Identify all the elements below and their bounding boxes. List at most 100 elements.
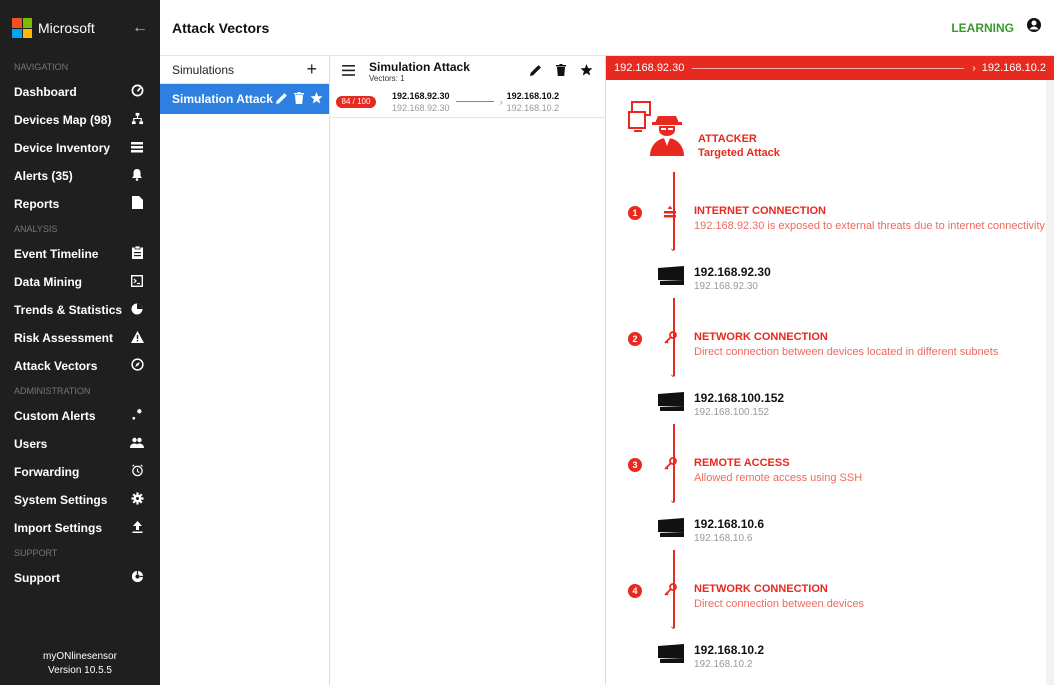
vectors-panel: Simulation Attack Vectors: 1 84 / 100 19… [330,56,606,685]
edit-pencil-icon[interactable] [276,92,288,107]
gauge-icon [130,84,144,100]
edit-pencil-icon[interactable] [530,63,542,79]
nav-section-analysis: ANALYSIS [14,224,58,234]
warning-icon [130,330,144,346]
sidebar-item-import-settings[interactable]: Import Settings [0,514,160,542]
sidebar-item-device-inventory[interactable]: Device Inventory [0,134,160,162]
sidebar-item-attack-vectors[interactable]: Attack Vectors [0,352,160,380]
step-title: NETWORK CONNECTION [694,583,828,595]
vectors-count: Vectors: 1 [369,73,405,83]
vector-row[interactable]: 84 / 100 192.168.92.30 192.168.92.30 › 1… [330,86,605,118]
attack-path-detail: 192.168.92.30 › 192.168.10.2 ATTACKER Ta… [606,56,1054,685]
sidebar-item-dashboard[interactable]: Dashboard [0,78,160,106]
host-ip-secondary: 192.168.100.152 [694,407,770,418]
path-source-ip: 192.168.92.30 [614,62,685,74]
step-description: Direct connection between devices [694,598,864,610]
page-title: Attack Vectors [172,19,270,36]
simulations-panel: Simulations + Simulation Attack [160,56,330,685]
host-ip[interactable]: 192.168.10.2 [694,643,764,657]
sidebar-item-forwarding[interactable]: Forwarding [0,458,160,486]
learning-mode-badge[interactable]: LEARNING [951,21,1014,35]
sidebar-item-reports[interactable]: Reports [0,190,160,218]
bell-icon [130,168,144,184]
sidebar-item-data-mining[interactable]: Data Mining [0,268,160,296]
sidebar-item-event-timeline[interactable]: Event Timeline [0,240,160,268]
top-bar: Attack Vectors LEARNING [160,0,1054,56]
simulation-title: Simulation Attack [369,59,470,74]
sensor-name: myONlinesensor [43,651,117,662]
step-number-badge: 4 [628,584,642,598]
step-description: Allowed remote access using SSH [694,472,863,484]
key-icon [664,583,677,599]
top-bar-actions: LEARNING [951,17,1042,38]
sidebar-item-support[interactable]: Support [0,564,160,592]
step-description: 192.168.92.30 is exposed to external thr… [694,220,1046,232]
host-ip[interactable]: 192.168.10.6 [694,517,764,531]
simulation-list-item[interactable]: Simulation Attack [160,84,329,114]
attacker-icon [628,100,688,156]
support-icon [130,570,144,586]
upload-icon [130,520,144,536]
key-icon [664,457,677,473]
sidebar-item-system-settings[interactable]: System Settings [0,486,160,514]
sidebar: Microsoft ← NAVIGATION Dashboard Devices… [0,0,160,685]
users-icon [130,437,144,451]
sidebar-item-risk-assessment[interactable]: Risk Assessment [0,324,160,352]
monitor-icon [658,392,686,411]
host-ip-secondary: 192.168.10.6 [694,533,753,544]
sidebar-item-trends-statistics[interactable]: Trends & Statistics [0,296,160,324]
network-icon [130,112,144,128]
sidebar-item-alerts[interactable]: Alerts (35) [0,162,160,190]
sidebar-item-users[interactable]: Users [0,430,160,458]
compass-icon [130,358,144,374]
sidebar-item-custom-alerts[interactable]: Custom Alerts [0,402,160,430]
simulations-header: Simulations + [160,56,329,84]
key-icon [664,331,677,347]
favorite-star-icon[interactable] [580,63,593,79]
microsoft-logo-icon [12,18,32,38]
simulations-title: Simulations [172,62,235,77]
add-simulation-plus-icon[interactable]: + [306,59,317,80]
arrow-down-icon: ⌄ [669,243,678,254]
host-ip[interactable]: 192.168.100.152 [694,391,784,405]
pie-icon [130,303,144,318]
menu-hamburger-icon[interactable] [342,63,355,79]
account-icon[interactable] [1026,17,1042,38]
attack-path-header: 192.168.92.30 › 192.168.10.2 [606,56,1054,80]
vector-destination: 192.168.10.2 192.168.10.2 [506,90,560,113]
host-ip-secondary: 192.168.10.2 [694,659,753,670]
step-title: INTERNET CONNECTION [694,205,826,217]
arrow-down-icon: ⌄ [669,495,678,506]
simulation-name: Simulation Attack [172,92,273,106]
step-title: REMOTE ACCESS [694,457,790,469]
sidebar-item-devices-map[interactable]: Devices Map (98) [0,106,160,134]
brand[interactable]: Microsoft [12,18,95,38]
host-ip-secondary: 192.168.92.30 [694,281,758,292]
brand-name: Microsoft [38,20,95,36]
gear-icon [130,492,144,508]
detail-scrollbar[interactable] [1046,80,1054,685]
vector-source: 192.168.92.30 192.168.92.30 [392,90,450,113]
list-icon [130,141,144,156]
vector-connector-line [455,101,494,102]
nav-section-support: SUPPORT [14,548,58,558]
sparkle-icon [130,408,144,424]
file-icon [130,196,144,212]
terminal-icon [130,274,144,290]
delete-trash-icon[interactable] [294,91,304,107]
host-ip[interactable]: 192.168.92.30 [694,265,771,279]
step-number-badge: 1 [628,206,642,220]
delete-trash-icon[interactable] [556,63,566,79]
step-description: Direct connection between devices locate… [694,346,999,358]
vectors-header: Simulation Attack Vectors: 1 [330,56,605,86]
favorite-star-icon[interactable] [310,91,323,107]
collapse-sidebar-arrow-icon[interactable]: ← [132,19,148,37]
clipboard-icon [130,245,144,262]
nav-section-navigation: NAVIGATION [14,62,69,72]
firewall-icon [664,205,676,221]
monitor-icon [658,518,686,537]
risk-score-badge: 84 / 100 [336,95,376,108]
alarm-icon [130,464,144,480]
attacker-label: ATTACKER Targeted Attack [698,133,780,159]
step-number-badge: 3 [628,458,642,472]
